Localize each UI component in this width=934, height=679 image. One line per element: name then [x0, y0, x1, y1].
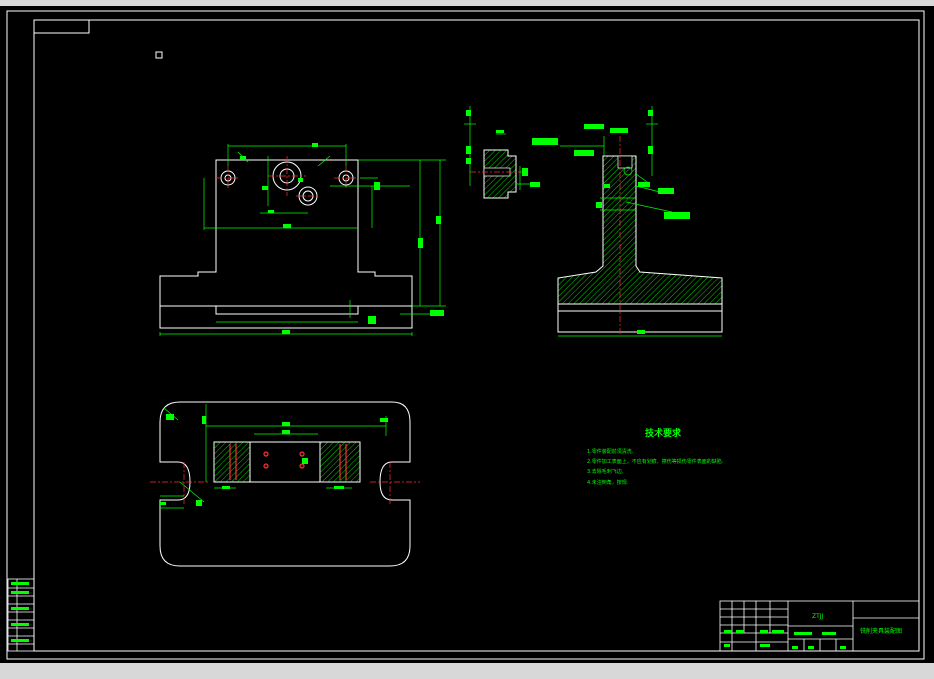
outer-border — [6, 10, 925, 660]
cad-drawing-canvas[interactable]: 技术要求 1.零件装配前须清洗. 2.零件加工表面上，不应有划痕、擦伤等损伤零件… — [0, 6, 934, 663]
note-3: 3.去除毛刺飞边. — [587, 468, 624, 475]
title-block: ZTJJ 铣削夹具装配图 — [719, 600, 920, 652]
technical-requirements: 技术要求 1.零件装配前须清洗. 2.零件加工表面上，不应有划痕、擦伤等损伤零件… — [587, 427, 724, 486]
note-4: 4.未注倒角，按规. — [587, 479, 629, 486]
tech-title: 技术要求 — [645, 427, 682, 439]
top-view — [150, 401, 420, 567]
inner-border — [33, 19, 920, 652]
drawing-code: ZTJJ — [812, 613, 824, 620]
corner-box — [33, 19, 90, 34]
window-bottom-strip — [0, 663, 934, 679]
note-1: 1.零件装配前须清洗. — [587, 448, 634, 455]
drawing-name: 铣削夹具装配图 — [860, 627, 902, 635]
section-view-small — [464, 106, 540, 199]
note-2: 2.零件加工表面上，不应有划痕、擦伤等损伤零件表面的缺陷. — [587, 458, 724, 465]
marker-square — [155, 51, 163, 59]
front-view — [159, 143, 446, 336]
drawing-svg: 技术要求 1.零件装配前须清洗. 2.零件加工表面上，不应有划痕、擦伤等损伤零件… — [6, 10, 925, 660]
side-section-view — [532, 106, 723, 337]
